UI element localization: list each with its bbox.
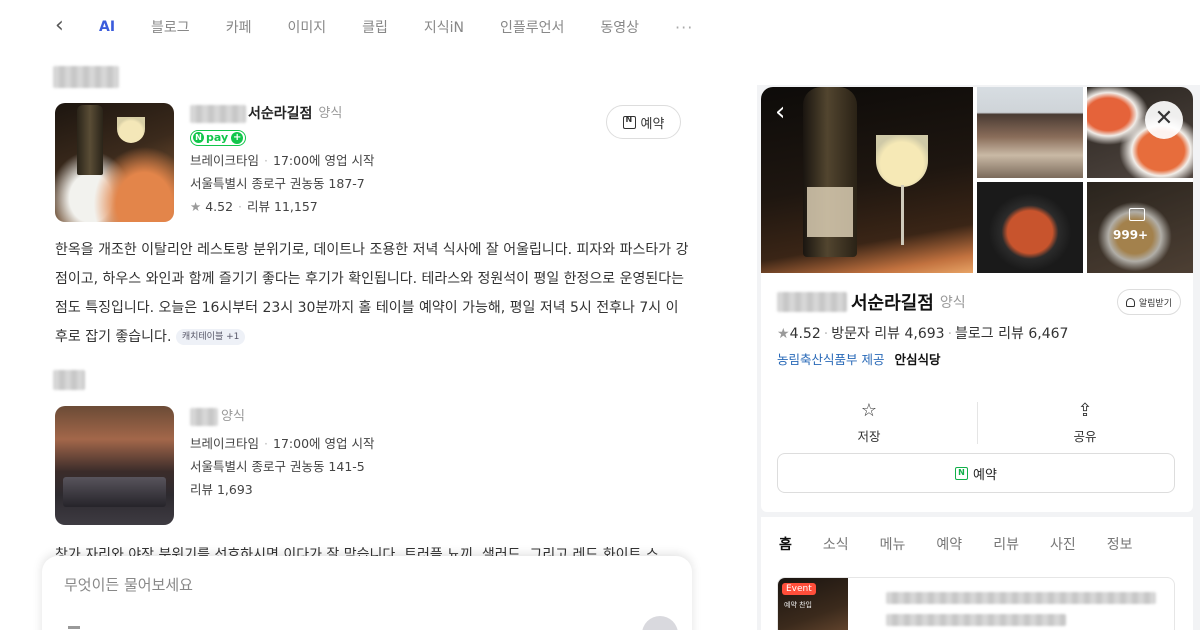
tab-video[interactable]: 동영상 [600,17,639,37]
place-result-card[interactable]: 서순라길점 양식 Npay + 브레이크타임 · 17:00에 영업 시작 서울특별시… [55,103,695,228]
rating-value: 4.52 [205,198,234,214]
tab-knowledge-in[interactable]: 지식iN [424,17,464,37]
tab-image[interactable]: 이미지 [287,17,326,37]
ask-input[interactable] [64,576,624,594]
place-detail-panel: 999+ ‹ ✕ 서순라길점 양식 알림받기 ★4.52 · 방문자 리뷰 4,69… [757,85,1200,630]
tab-influencer[interactable]: 인플루언서 [500,17,564,37]
place-category: 양식 [221,409,245,424]
save-button[interactable]: ☆ 저장 [761,392,977,452]
close-icon[interactable]: ✕ [1145,101,1183,139]
panel-tab-bar: 홈 소식 메뉴 예약 리뷰 사진 정보 [761,517,1193,573]
panel-reserve-button[interactable]: N 예약 [777,453,1175,493]
home-feed: Event 예약 찬입 [761,569,1193,630]
place-result-card[interactable]: 양식 브레이크타임 · 17:00에 영업 시작 서울특별시 종로구 권농동 141… [55,406,695,526]
review-count: 리뷰 1,693 [190,482,253,497]
gallery-photo[interactable] [977,87,1083,178]
chevron-left-icon[interactable]: ‹ [55,15,75,39]
gallery-main-photo[interactable] [761,87,973,273]
tab-review[interactable]: 리뷰 [993,517,1019,573]
review-count: 리뷰 11,157 [247,198,318,214]
place-name[interactable]: 서순라길점 [248,103,312,125]
share-button[interactable]: ⇪ 공유 [977,392,1193,452]
tab-info[interactable]: 정보 [1107,517,1133,573]
notify-button[interactable]: 알림받기 [1116,289,1181,315]
share-icon: ⇪ [1077,399,1093,421]
chevron-left-icon[interactable]: ‹ [775,97,785,127]
tab-reserve[interactable]: 예약 [936,517,962,573]
section-label-redacted [53,66,119,88]
tab-menu[interactable]: 메뉴 [880,517,906,573]
gallery-photo[interactable] [977,182,1083,273]
tab-cafe[interactable]: 카페 [226,17,252,37]
ai-summary-text: 한옥을 개조한 이탈리안 레스토랑 분위기로, 데이트나 조용한 저녁 식사에 … [55,242,689,345]
event-text-redacted [886,592,1156,604]
tab-ai[interactable]: AI [99,19,115,35]
name-redacted [190,105,246,123]
photo-count: 999+ [1113,228,1149,242]
panel-place-name: 서순라길점 [851,293,934,314]
place-address: 서울특별시 종로구 권농동 187-7 [190,175,365,191]
action-bar: ☆ 저장 ⇪ 공유 [761,392,1193,452]
source-link[interactable]: 농림축산식품부 제공 [777,352,884,367]
event-subtitle: 예약 찬입 [784,601,812,609]
visitor-reviews[interactable]: 방문자 리뷰 4,693 [831,326,944,342]
place-thumbnail[interactable] [55,103,174,222]
tab-blog[interactable]: 블로그 [151,17,190,37]
search-results-pane: ‹ AI 블로그 카페 이미지 클립 지식iN 인플루언서 동영상 ··· 서순… [0,0,740,630]
bell-icon [1125,297,1135,307]
place-address: 서울특별시 종로구 권농동 141-5 [190,459,365,474]
event-text-redacted [886,614,1066,626]
event-badge: Event [782,583,816,595]
place-category: 양식 [318,106,343,121]
place-thumbnail[interactable] [55,406,174,525]
open-time: 17:00에 영업 시작 [273,436,375,451]
tab-clip[interactable]: 클립 [362,17,388,37]
safe-restaurant-badge: 안심식당 [894,352,941,367]
business-status: 브레이크타임 [190,152,260,168]
event-thumbnail: Event 예약 찬입 [778,578,848,630]
photo-gallery[interactable]: 999+ ‹ ✕ [761,87,1193,273]
search-tab-bar: ‹ AI 블로그 카페 이미지 클립 지식iN 인플루언서 동영상 ··· [55,14,693,40]
send-button[interactable] [642,616,678,630]
event-card[interactable]: Event 예약 찬입 [777,577,1175,630]
image-icon [1129,208,1145,221]
place-detail-card: 999+ ‹ ✕ 서순라길점 양식 알림받기 ★4.52 · 방문자 리뷰 4,69… [761,87,1193,512]
name-redacted [777,292,847,312]
reserve-button[interactable]: 예약 [606,105,681,139]
business-status: 브레이크타임 [190,436,260,451]
panel-category: 양식 [939,295,966,311]
npay-badge: Npay + [190,129,247,146]
tab-news[interactable]: 소식 [823,517,849,573]
section-label-redacted [53,370,85,390]
source-chip[interactable]: 캐치테이블 +1 [175,329,246,345]
star-icon: ★ [190,198,202,214]
panel-stats: ★4.52 · 방문자 리뷰 4,693 · 블로그 리뷰 6,467 [777,326,1069,342]
calendar-icon [622,115,636,129]
tab-photo[interactable]: 사진 [1050,517,1076,573]
open-time: 17:00에 영업 시작 [273,152,375,168]
blog-reviews[interactable]: 블로그 리뷰 6,467 [955,326,1068,342]
star-outline-icon: ☆ [860,399,878,421]
calendar-icon: N [955,466,969,480]
more-tabs-button[interactable]: ··· [675,18,693,37]
ask-box [42,556,692,630]
attach-icon[interactable] [68,626,80,629]
gallery-photo-more[interactable]: 999+ [1087,182,1193,273]
name-redacted [190,408,218,426]
tab-home[interactable]: 홈 [777,517,794,573]
star-icon: ★ [777,326,790,342]
